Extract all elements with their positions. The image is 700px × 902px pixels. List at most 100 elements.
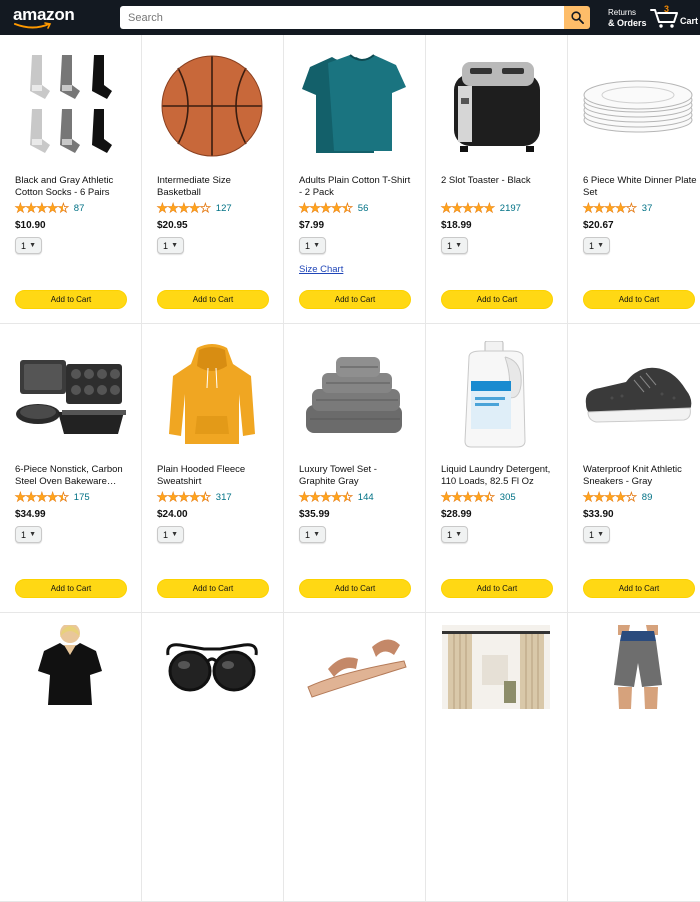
review-count[interactable]: 127	[216, 203, 232, 214]
shorts-icon[interactable]	[582, 625, 694, 743]
add-to-cart-button[interactable]: Add to Cart	[157, 579, 269, 598]
quantity-select[interactable]: 1 ▼	[157, 526, 184, 543]
returns-orders-link[interactable]: Returns & Orders	[608, 7, 647, 29]
quantity-select[interactable]: 1 ▼	[299, 526, 326, 543]
product-title[interactable]: Plain Hooded Fleece Sweatshirt	[157, 464, 273, 487]
product-title[interactable]: 2 Slot Toaster - Black	[441, 175, 557, 198]
product-price: $33.90	[583, 509, 614, 520]
review-count[interactable]: 305	[500, 492, 516, 503]
quantity-value: 1	[305, 529, 311, 540]
search-button[interactable]	[564, 6, 590, 29]
product-card: Black and Gray Athletic Cotton Socks - 6…	[0, 35, 142, 324]
product-rating[interactable]: ★★★★★★★★★★ 144	[299, 490, 374, 504]
quantity-select[interactable]: 1 ▼	[15, 526, 42, 543]
product-title[interactable]: Intermediate Size Basketball	[157, 175, 273, 198]
star-rating-icon: ★★★★★★★★★★	[15, 490, 70, 504]
product-grid: Black and Gray Athletic Cotton Socks - 6…	[0, 35, 700, 902]
add-to-cart-button[interactable]: Add to Cart	[15, 290, 127, 309]
quantity-value: 1	[163, 240, 169, 251]
quantity-value: 1	[589, 529, 595, 540]
quantity-select[interactable]: 1 ▼	[583, 237, 610, 254]
quantity-select[interactable]: 1 ▼	[441, 526, 468, 543]
product-price: $28.99	[441, 509, 472, 520]
quantity-select[interactable]: 1 ▼	[157, 237, 184, 254]
size-chart-link[interactable]: Size Chart	[299, 264, 343, 275]
smile-arrow-icon	[14, 22, 52, 29]
detergent-icon[interactable]	[440, 336, 552, 454]
product-rating[interactable]: ★★★★★★★★★★ 175	[15, 490, 90, 504]
star-rating-icon: ★★★★★★★★★★	[157, 490, 212, 504]
chevron-down-icon: ▼	[597, 531, 604, 538]
chevron-down-icon: ▼	[171, 531, 178, 538]
add-to-cart-button[interactable]: Add to Cart	[583, 579, 695, 598]
star-rating-icon: ★★★★★★★★★★	[299, 201, 354, 215]
quantity-value: 1	[305, 240, 311, 251]
chevron-down-icon: ▼	[455, 242, 462, 249]
product-title[interactable]: Luxury Towel Set - Graphite Gray	[299, 464, 415, 487]
chevron-down-icon: ▼	[29, 242, 36, 249]
review-count[interactable]: 87	[74, 203, 85, 214]
star-rating-icon: ★★★★★★★★★★	[583, 490, 638, 504]
product-title[interactable]: 6-Piece Nonstick, Carbon Steel Oven Bake…	[15, 464, 131, 487]
quantity-value: 1	[447, 529, 453, 540]
quantity-value: 1	[21, 529, 27, 540]
quantity-select[interactable]: 1 ▼	[15, 237, 42, 254]
review-count[interactable]: 175	[74, 492, 90, 503]
chevron-down-icon: ▼	[313, 242, 320, 249]
add-to-cart-button[interactable]: Add to Cart	[583, 290, 695, 309]
product-rating[interactable]: ★★★★★★★★★★ 127	[157, 202, 232, 215]
quantity-value: 1	[589, 240, 595, 251]
product-title[interactable]: 6 Piece White Dinner Plate Set	[583, 175, 699, 198]
quantity-select[interactable]: 1 ▼	[583, 526, 610, 543]
returns-label: Returns	[608, 8, 637, 17]
quantity-select[interactable]: 1 ▼	[299, 237, 326, 254]
chevron-down-icon: ▼	[171, 242, 178, 249]
bakeware-icon[interactable]	[14, 336, 126, 454]
product-title[interactable]: Liquid Laundry Detergent, 110 Loads, 82.…	[441, 464, 557, 487]
add-to-cart-button[interactable]: Add to Cart	[441, 290, 553, 309]
add-to-cart-button[interactable]: Add to Cart	[299, 290, 411, 309]
review-count[interactable]: 56	[358, 203, 369, 214]
product-title[interactable]: Black and Gray Athletic Cotton Socks - 6…	[15, 175, 131, 198]
sandal-icon[interactable]	[298, 625, 410, 743]
add-to-cart-button[interactable]: Add to Cart	[15, 579, 127, 598]
quantity-select[interactable]: 1 ▼	[441, 237, 468, 254]
product-card: 6 Piece White Dinner Plate Set ★★★★★ ★★★★…	[568, 35, 700, 324]
cart-button[interactable]: 3 Cart	[650, 4, 698, 31]
add-to-cart-button[interactable]: Add to Cart	[441, 579, 553, 598]
product-rating[interactable]: ★★★★★★★★★★ 56	[299, 201, 369, 215]
star-rating-icon: ★★★★★★★★★★	[299, 490, 354, 504]
search-icon	[570, 11, 584, 24]
product-rating[interactable]: ★★★★★★★★★★ 89	[583, 490, 653, 504]
product-rating[interactable]: ★★★★★ ★★★★★ 2197	[441, 202, 521, 215]
sunglasses-icon[interactable]	[156, 625, 268, 743]
review-count[interactable]: 89	[642, 492, 653, 503]
plates-icon[interactable]	[582, 47, 694, 165]
basketball-icon[interactable]	[156, 47, 268, 165]
review-count[interactable]: 37	[642, 203, 653, 214]
review-count[interactable]: 2197	[500, 203, 521, 214]
curtains-icon[interactable]	[440, 625, 552, 743]
amazon-logo[interactable]: amazon	[13, 5, 75, 31]
product-rating[interactable]: ★★★★★★★★★★ 87	[15, 202, 85, 215]
product-card: 2 Slot Toaster - Black ★★★★★ ★★★★★ 2197 $…	[426, 35, 568, 324]
hoodie-icon[interactable]	[156, 336, 268, 454]
socks-icon[interactable]	[14, 47, 126, 165]
product-title[interactable]: Adults Plain Cotton T-Shirt - 2 Pack	[299, 175, 415, 198]
add-to-cart-button[interactable]: Add to Cart	[299, 579, 411, 598]
toaster-icon[interactable]	[440, 47, 552, 165]
towels-icon[interactable]	[298, 336, 410, 454]
review-count[interactable]: 144	[358, 492, 374, 503]
product-rating[interactable]: ★★★★★★★★★★ 37	[583, 202, 653, 215]
search-input[interactable]	[120, 6, 564, 29]
dress-icon[interactable]	[14, 625, 126, 743]
quantity-value: 1	[447, 240, 453, 251]
chevron-down-icon: ▼	[455, 531, 462, 538]
product-rating[interactable]: ★★★★★★★★★★ 305	[441, 491, 516, 504]
review-count[interactable]: 317	[216, 492, 232, 503]
sneaker-icon[interactable]	[582, 336, 694, 454]
tshirt-icon[interactable]	[298, 47, 410, 165]
product-rating[interactable]: ★★★★★★★★★★ 317	[157, 490, 232, 504]
product-title[interactable]: Waterproof Knit Athletic Sneakers - Gray	[583, 464, 699, 487]
add-to-cart-button[interactable]: Add to Cart	[157, 290, 269, 309]
